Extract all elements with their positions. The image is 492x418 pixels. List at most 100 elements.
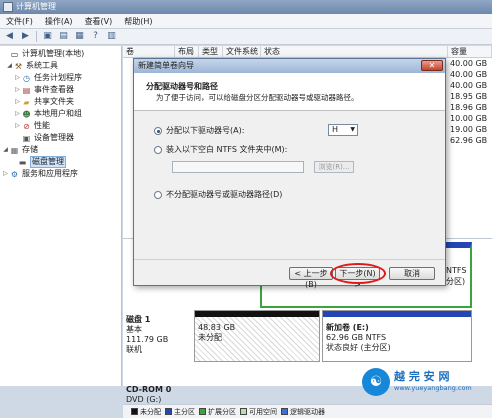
show-tree-icon[interactable]: ▤ xyxy=(58,31,69,42)
dialog-titlebar: 新建简单卷向导 ✕ xyxy=(134,59,445,73)
collapsed-arrow-icon[interactable]: ▷ xyxy=(14,84,21,96)
assign-letter-radio[interactable] xyxy=(154,127,162,135)
column-capacity[interactable]: 容量 xyxy=(448,46,492,57)
menu-file[interactable]: 文件(F) xyxy=(6,16,33,27)
collapsed-arrow-icon[interactable]: ▷ xyxy=(2,168,9,180)
no-letter-label: 不分配驱动器号或驱动器路径(D) xyxy=(166,190,283,199)
column-status[interactable]: 状态 xyxy=(261,46,448,57)
watermark-logo-icon: ☯ xyxy=(362,368,390,396)
partition-filesystem: NTFS xyxy=(446,266,467,275)
column-volume[interactable]: 卷 xyxy=(123,46,175,57)
toolbar: ◀ ▶ ▣ ▤ ▦ ? ▥ xyxy=(0,29,492,45)
capacity-cell: 18.96 GB xyxy=(450,103,488,112)
highlight-annotation xyxy=(330,263,386,284)
tree-item-shared-folders[interactable]: ▷ ▰ 共享文件夹 xyxy=(0,96,121,108)
capacity-cell: 62.96 GB xyxy=(450,136,488,145)
computer-icon: ▭ xyxy=(10,49,19,59)
toolbar-separator xyxy=(36,31,37,42)
clock-icon: ◷ xyxy=(23,73,30,83)
legend-label: 主分区 xyxy=(174,407,195,416)
tree-item-disk-management[interactable]: ▬ 磁盘管理 xyxy=(0,156,121,168)
disk1-type: 基本 xyxy=(126,325,142,334)
menu-action[interactable]: 操作(A) xyxy=(45,16,73,27)
app-icon xyxy=(3,2,13,12)
new-volume-name: 新加卷 (E:) xyxy=(326,323,369,332)
new-volume-partition[interactable]: 新加卷 (E:) 62.96 GB NTFS 状态良好 (主分区) xyxy=(322,310,472,362)
collapsed-arrow-icon[interactable]: ▷ xyxy=(14,108,21,120)
log-icon: ▤ xyxy=(22,85,31,95)
legend-label: 未分配 xyxy=(140,407,161,416)
list-icon[interactable]: ▥ xyxy=(106,31,117,42)
collapsed-arrow-icon[interactable]: ▷ xyxy=(14,120,21,132)
tree-item-device-manager[interactable]: ▣ 设备管理器 xyxy=(0,132,121,144)
back-arrow-icon[interactable]: ◀ xyxy=(4,31,15,42)
cancel-button[interactable]: 取消 xyxy=(389,267,435,280)
watermark: ☯ 越 完 安 网 www.yueyangbang.com xyxy=(360,366,488,400)
performance-icon: ⊘ xyxy=(23,121,30,131)
chevron-down-icon: ▼ xyxy=(350,126,355,133)
tree-item-label: 存储 xyxy=(22,145,38,154)
assign-letter-option[interactable]: 分配以下驱动器号(A): xyxy=(154,126,244,136)
tree-item-label: 性能 xyxy=(34,121,50,130)
browse-button[interactable]: 浏览(R)... xyxy=(314,161,354,173)
disk1-label[interactable]: 磁盘 1 基本 111.79 GB 联机 xyxy=(126,315,168,355)
expanded-arrow-icon[interactable]: ◢ xyxy=(6,60,13,72)
column-type[interactable]: 类型 xyxy=(199,46,223,57)
device-icon: ▣ xyxy=(22,133,31,143)
tree-item-system-tools[interactable]: ◢ ⚒ 系统工具 xyxy=(0,60,121,72)
watermark-url: www.yueyangbang.com xyxy=(394,384,472,392)
cdrom-label[interactable]: CD-ROM 0 DVD (G:) xyxy=(126,385,171,405)
dialog-subheading: 为了便于访问，可以给磁盘分区分配驱动器号或驱动器路径。 xyxy=(156,93,359,102)
tools-icon: ⚒ xyxy=(14,61,23,71)
collapsed-arrow-icon[interactable]: ▷ xyxy=(14,72,21,84)
close-icon[interactable]: ✕ xyxy=(421,60,443,71)
mount-folder-radio[interactable] xyxy=(154,146,162,154)
capacity-cell: 10.00 GB xyxy=(450,114,488,123)
column-layout[interactable]: 布局 xyxy=(175,46,199,57)
dialog-body: 分配以下驱动器号(A): H ▼ 装入以下空白 NTFS 文件夹中(M): 浏览… xyxy=(134,111,445,261)
menu-view[interactable]: 查看(V) xyxy=(85,16,113,27)
assign-letter-label: 分配以下驱动器号(A): xyxy=(166,126,245,135)
dialog-heading: 分配驱动器号和路径 xyxy=(146,82,218,91)
back-button[interactable]: < 上一步(B) xyxy=(289,267,333,289)
folder-up-icon[interactable]: ▣ xyxy=(42,31,53,42)
help-icon[interactable]: ? xyxy=(90,31,101,42)
column-filesystem[interactable]: 文件系统 xyxy=(223,46,261,57)
capacity-cell: 40.00 GB xyxy=(450,81,488,90)
window-title: 计算机管理 xyxy=(16,2,56,11)
tree-item-performance[interactable]: ▷ ⊘ 性能 xyxy=(0,120,121,132)
mount-folder-option[interactable]: 装入以下空白 NTFS 文件夹中(M): xyxy=(154,145,287,155)
tree-item-label: 服务和应用程序 xyxy=(22,169,78,178)
folder-path-input[interactable] xyxy=(172,161,304,173)
unallocated-size: 48.83 GB xyxy=(198,323,236,332)
tree-item-label: 磁盘管理 xyxy=(30,156,66,168)
unallocated-partition[interactable]: 48.83 GB 未分配 xyxy=(194,310,320,362)
legend-label: 可用空间 xyxy=(249,407,277,416)
tree-item-storage[interactable]: ◢ ▦ 存储 xyxy=(0,144,121,156)
cdrom-name: CD-ROM 0 xyxy=(126,385,172,394)
expanded-arrow-icon[interactable]: ◢ xyxy=(2,144,9,156)
no-letter-option[interactable]: 不分配驱动器号或驱动器路径(D) xyxy=(154,190,282,200)
tree-item-computer-management[interactable]: ▭ 计算机管理(本地) xyxy=(0,48,121,60)
disk1-name: 磁盘 1 xyxy=(126,315,151,324)
legend-swatch xyxy=(281,408,288,415)
legend-swatch xyxy=(131,408,138,415)
properties-icon[interactable]: ▦ xyxy=(74,31,85,42)
window-titlebar: 计算机管理 xyxy=(0,0,492,14)
mount-folder-label: 装入以下空白 NTFS 文件夹中(M): xyxy=(166,145,288,154)
legend-swatch xyxy=(199,408,206,415)
partition-type: 分区) xyxy=(446,277,466,286)
tree-item-event-viewer[interactable]: ▷ ▤ 事件查看器 xyxy=(0,84,121,96)
capacity-cell: 19.00 GB xyxy=(450,125,488,134)
menu-help[interactable]: 帮助(H) xyxy=(124,16,152,27)
watermark-name: 越 完 安 网 xyxy=(394,370,450,383)
collapsed-arrow-icon[interactable]: ▷ xyxy=(14,96,21,108)
drive-letter-select[interactable]: H ▼ xyxy=(328,124,358,136)
no-letter-radio[interactable] xyxy=(154,191,162,199)
tree-item-local-users[interactable]: ▷ ☻ 本地用户和组 xyxy=(0,108,121,120)
forward-arrow-icon[interactable]: ▶ xyxy=(20,31,31,42)
capacity-cell: 40.00 GB xyxy=(450,70,488,79)
tree-item-label: 设备管理器 xyxy=(34,133,74,142)
tree-item-task-scheduler[interactable]: ▷ ◷ 任务计划程序 xyxy=(0,72,121,84)
tree-item-services-apps[interactable]: ▷ ⚙ 服务和应用程序 xyxy=(0,168,121,180)
